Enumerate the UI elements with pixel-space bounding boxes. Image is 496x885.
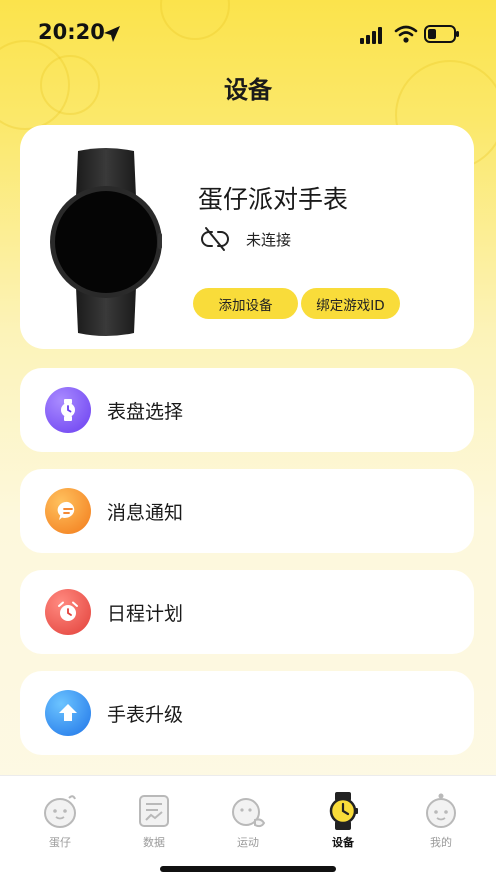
menu-label: 消息通知 [107, 501, 184, 524]
tab-label: 我的 [430, 836, 452, 849]
tab-eggy[interactable]: 蛋仔 [30, 790, 90, 856]
cellular-signal-icon [360, 27, 382, 44]
tab-data[interactable]: 数据 [124, 790, 184, 856]
alarm-clock-icon [45, 589, 91, 635]
battery-low-icon [424, 25, 459, 43]
menu-label: 表盘选择 [107, 400, 184, 423]
status-bar: 20:20 [0, 0, 496, 64]
menu-item-notifications[interactable]: 消息通知 [20, 469, 474, 553]
menu-item-watch-upgrade[interactable]: 手表升级 [20, 671, 474, 755]
profile-face-icon [426, 793, 456, 828]
menu-item-watch-face[interactable]: 表盘选择 [20, 368, 474, 452]
upgrade-arrow-icon [45, 690, 91, 736]
data-report-icon [139, 795, 169, 827]
tab-device[interactable]: 设备 [313, 790, 373, 856]
tab-label: 数据 [143, 836, 165, 849]
home-indicator [160, 866, 336, 872]
menu-label: 手表升级 [107, 703, 184, 726]
connection-status-text: 未连接 [246, 230, 292, 249]
menu-item-schedule[interactable]: 日程计划 [20, 570, 474, 654]
status-time: 20:20 [38, 20, 105, 44]
message-bubble-icon [45, 488, 91, 534]
device-card: 蛋仔派对手表 未连接 添加设备 绑定游戏ID [20, 125, 474, 349]
menu-label: 日程计划 [107, 602, 184, 625]
add-device-button[interactable]: 添加设备 [193, 288, 298, 319]
sport-runner-icon [232, 798, 266, 828]
tab-sport[interactable]: 运动 [218, 790, 278, 856]
page-title: 设备 [224, 76, 272, 104]
wifi-icon [394, 25, 418, 43]
watch-device-icon [329, 792, 358, 830]
tab-label: 蛋仔 [49, 836, 71, 849]
eggy-character-icon [44, 795, 76, 828]
tab-label: 运动 [237, 836, 259, 849]
tab-label: 设备 [332, 836, 354, 849]
device-name: 蛋仔派对手表 [198, 185, 349, 214]
watch-face-icon [45, 387, 91, 433]
smartwatch-image [50, 148, 162, 336]
tab-mine[interactable]: 我的 [411, 790, 471, 856]
bind-game-id-button[interactable]: 绑定游戏ID [301, 288, 400, 319]
location-arrow-icon [104, 26, 120, 42]
link-broken-icon [201, 227, 229, 251]
connection-status: 未连接 [200, 225, 291, 253]
